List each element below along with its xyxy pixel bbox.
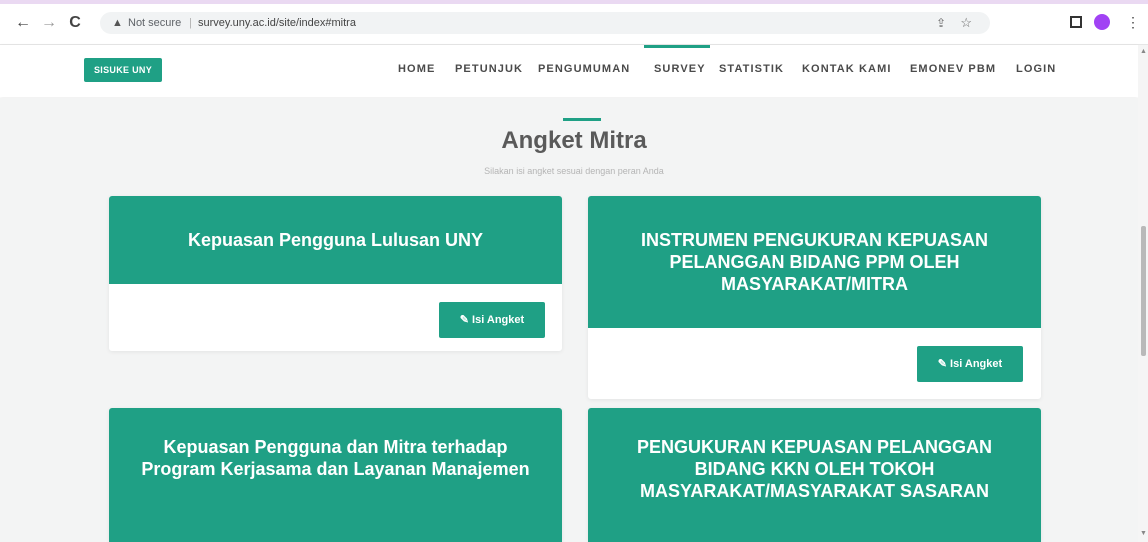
nav-kontak-kami[interactable]: KONTAK KAMI bbox=[802, 63, 892, 75]
browser-toolbar: ← → C ▲ Not secure | survey.uny.ac.id/si… bbox=[0, 0, 1148, 45]
site-logo[interactable]: SISUKE UNY bbox=[84, 58, 162, 82]
survey-card: Kepuasan Pengguna Lulusan UNY ✎ Isi Angke… bbox=[109, 196, 562, 351]
profile-avatar-icon[interactable] bbox=[1094, 14, 1110, 30]
tab-strip-edge bbox=[0, 0, 1148, 4]
page-title: Angket Mitra bbox=[501, 127, 647, 154]
page-subtitle: Silakan isi angket sesuai dengan peran A… bbox=[484, 166, 664, 176]
share-icon[interactable]: ⇪ bbox=[936, 12, 946, 34]
scrollbar-thumb[interactable] bbox=[1141, 226, 1146, 356]
nav-home[interactable]: HOME bbox=[398, 63, 435, 75]
site-header: SISUKE UNY HOME PETUNJUK PENGUMUMAN SURV… bbox=[0, 45, 1138, 97]
address-separator: | bbox=[189, 17, 192, 29]
security-label[interactable]: Not secure bbox=[128, 12, 181, 34]
survey-card: Kepuasan Pengguna dan Mitra terhadap Pro… bbox=[109, 408, 562, 542]
card-title: PENGUKURAN KEPUASAN PELANGGAN BIDANG KKN… bbox=[588, 408, 1041, 542]
nav-statistik[interactable]: STATISTIK bbox=[719, 63, 784, 75]
bookmark-star-icon[interactable]: ☆ bbox=[960, 12, 972, 34]
card-title: Kepuasan Pengguna Lulusan UNY bbox=[109, 196, 562, 284]
isi-angket-button[interactable]: ✎ Isi Angket bbox=[439, 302, 545, 338]
survey-card: PENGUKURAN KEPUASAN PELANGGAN BIDANG KKN… bbox=[588, 408, 1041, 542]
isi-angket-button[interactable]: ✎ Isi Angket bbox=[917, 346, 1023, 382]
nav-emonev-pbm[interactable]: EMONEV PBM bbox=[910, 63, 996, 75]
title-accent-bar bbox=[563, 118, 601, 121]
nav-active-indicator bbox=[644, 45, 710, 48]
nav-login[interactable]: LOGIN bbox=[1016, 63, 1056, 75]
card-title: Kepuasan Pengguna dan Mitra terhadap Pro… bbox=[109, 408, 562, 542]
back-icon[interactable]: ← bbox=[14, 14, 32, 32]
edit-icon: ✎ bbox=[459, 314, 470, 326]
url-text[interactable]: survey.uny.ac.id/site/index#mitra bbox=[198, 12, 356, 34]
scroll-down-icon[interactable]: ▼ bbox=[1140, 530, 1147, 537]
reload-icon[interactable]: C bbox=[66, 14, 84, 32]
browser-menu-icon[interactable]: ⋮ bbox=[1126, 14, 1140, 30]
scroll-up-icon[interactable]: ▲ bbox=[1140, 48, 1147, 55]
nav-pengumuman[interactable]: PENGUMUMAN bbox=[538, 63, 630, 75]
split-view-icon[interactable] bbox=[1070, 16, 1082, 28]
card-title: INSTRUMEN PENGUKURAN KEPUASAN PELANGGAN … bbox=[588, 196, 1041, 328]
nav-petunjuk[interactable]: PETUNJUK bbox=[455, 63, 523, 75]
nav-survey[interactable]: SURVEY bbox=[654, 63, 706, 75]
button-label: Isi Angket bbox=[472, 314, 525, 326]
button-label: Isi Angket bbox=[950, 358, 1003, 370]
survey-card: INSTRUMEN PENGUKURAN KEPUASAN PELANGGAN … bbox=[588, 196, 1041, 399]
edit-icon: ✎ bbox=[937, 358, 948, 370]
address-bar[interactable]: ▲ Not secure | survey.uny.ac.id/site/ind… bbox=[100, 12, 990, 34]
forward-icon[interactable]: → bbox=[40, 14, 58, 32]
warning-icon[interactable]: ▲ bbox=[112, 12, 123, 34]
